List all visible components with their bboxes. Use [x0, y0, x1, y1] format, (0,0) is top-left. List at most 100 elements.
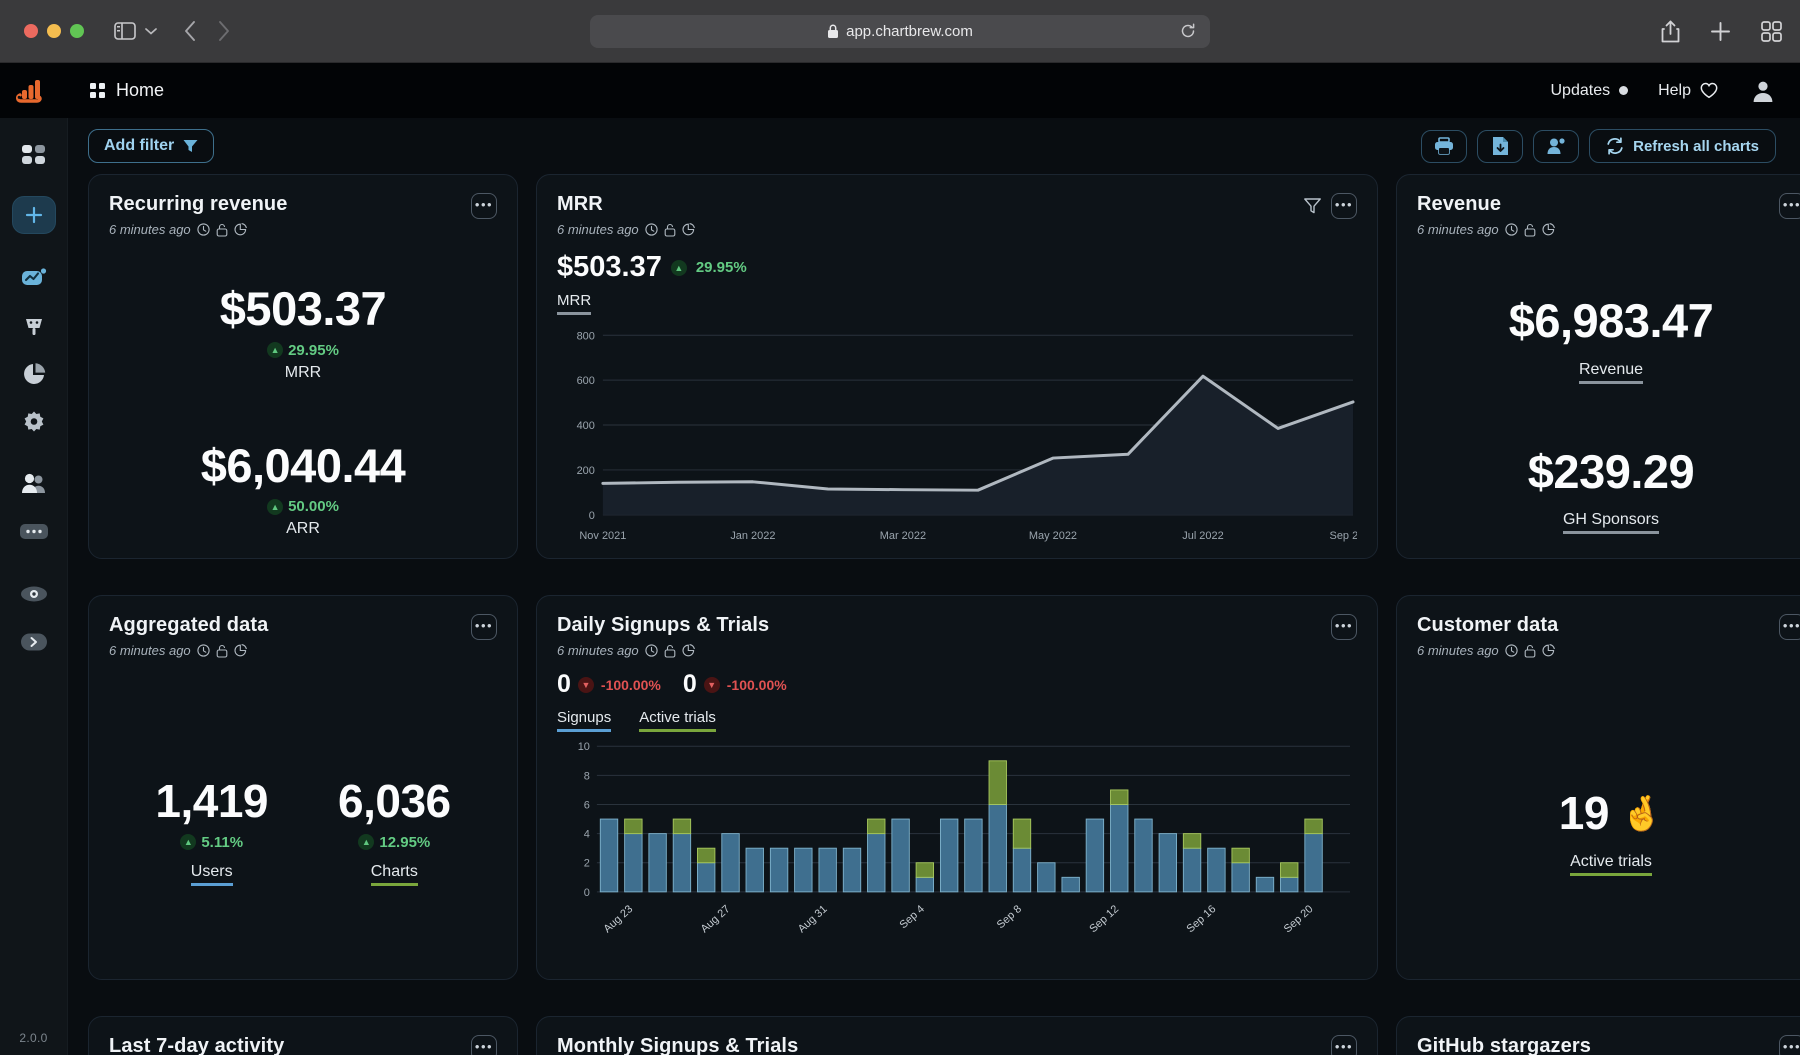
bar-signups [964, 818, 983, 893]
maximize-window-button[interactable] [70, 24, 84, 38]
card-options-button[interactable]: ••• [1779, 614, 1800, 640]
card-options-button[interactable]: ••• [1779, 1035, 1800, 1055]
share-members-button[interactable] [1533, 129, 1580, 163]
unlock-icon[interactable] [1524, 223, 1536, 237]
reload-icon[interactable] [1180, 23, 1196, 39]
back-arrow-icon[interactable] [184, 20, 197, 42]
print-button[interactable] [1421, 129, 1468, 163]
kpi-label[interactable]: Charts [370, 863, 418, 886]
charts-icon[interactable] [12, 256, 56, 300]
kpi-label[interactable]: Active trials [1570, 853, 1652, 876]
bar-active-trials [672, 818, 692, 835]
card-daily-signups-trials: Daily Signups & Trials 6 minutes ago ••• [536, 595, 1378, 980]
kpi-label[interactable]: Revenue [1578, 361, 1644, 384]
tab-overview-icon[interactable] [1761, 20, 1782, 42]
more-icon[interactable] [12, 510, 56, 554]
address-bar[interactable]: app.chartbrew.com [590, 14, 1210, 48]
funnel-icon [183, 139, 198, 153]
unlock-icon[interactable] [216, 644, 228, 658]
pie-chart-icon[interactable] [1542, 644, 1555, 657]
team-icon[interactable] [12, 462, 56, 506]
refresh-all-charts-button[interactable]: Refresh all charts [1589, 129, 1776, 163]
card-github-stargazers: GitHub stargazers 25 minutes ago ••• [1396, 1016, 1800, 1055]
card-options-button[interactable]: ••• [471, 614, 497, 640]
bar-signups [1134, 818, 1153, 893]
unlock-icon[interactable] [664, 644, 676, 658]
kpi-value: 19 [1558, 787, 1610, 839]
kpi-revenue: $6,983.47 Revenue [1509, 294, 1714, 384]
card-title: Customer data [1417, 614, 1559, 636]
unlock-icon[interactable] [216, 223, 228, 237]
chartbrew-logo-icon[interactable] [14, 74, 48, 108]
card-revenue: Revenue 6 minutes ago ••• $6,983.47 Reve… [1396, 174, 1800, 559]
card-options-button[interactable]: ••• [1331, 193, 1357, 219]
forward-arrow-icon[interactable] [217, 20, 230, 42]
clock-icon[interactable] [1505, 223, 1518, 236]
bar-signups [1255, 876, 1275, 893]
preview-icon[interactable] [12, 572, 56, 616]
clock-icon[interactable] [1505, 644, 1518, 657]
sidebar-toggle-icon[interactable] [110, 19, 140, 43]
kpi-label[interactable]: Users [190, 863, 233, 886]
series-toggle-mrr[interactable]: MRR [557, 292, 592, 315]
card-options-button[interactable]: ••• [1331, 614, 1357, 640]
clock-icon[interactable] [645, 223, 658, 236]
clock-icon[interactable] [197, 223, 210, 236]
pie-chart-icon[interactable] [682, 644, 695, 657]
chevron-down-icon[interactable] [140, 19, 162, 43]
card-options-button[interactable]: ••• [471, 1035, 497, 1055]
card-filter-button[interactable] [1304, 198, 1321, 214]
kpi-label[interactable]: GH Sponsors [1562, 511, 1660, 535]
clock-icon[interactable] [645, 644, 658, 657]
dashboard-grid-icon[interactable] [12, 134, 56, 178]
unlock-icon[interactable] [664, 223, 676, 237]
series-toggle-active-trials[interactable]: Active trials [639, 709, 716, 732]
card-options-button[interactable]: ••• [1331, 1035, 1357, 1055]
updates-button[interactable]: Updates [1551, 82, 1629, 100]
clock-icon[interactable] [197, 644, 210, 657]
pie-chart-icon[interactable] [1542, 223, 1555, 236]
bar-active-trials [1182, 833, 1202, 849]
bar-active-trials [915, 862, 935, 878]
pie-chart-icon[interactable] [682, 223, 695, 236]
card-timestamp: 6 minutes ago [109, 643, 191, 658]
card-options-button[interactable]: ••• [471, 193, 497, 219]
card-mrr: MRR 6 minutes ago ••• $503.37 ▲ 29.95% M… [536, 174, 1378, 559]
share-members-icon [1547, 137, 1566, 155]
kpi-active-trials-count: 19 🤞 Active trials [1558, 787, 1663, 876]
pie-chart-icon[interactable] [234, 223, 247, 236]
bar-active-trials [867, 818, 886, 835]
svg-text:Jul 2022: Jul 2022 [1182, 530, 1223, 542]
download-button[interactable] [1477, 129, 1524, 163]
datasets-icon[interactable] [12, 352, 56, 396]
card-options-button[interactable]: ••• [1779, 193, 1800, 219]
unlock-icon[interactable] [1524, 644, 1536, 658]
home-label: Home [116, 80, 165, 100]
add-icon[interactable] [11, 196, 56, 234]
address-bar-container[interactable]: app.chartbrew.com [590, 14, 1210, 48]
card-timestamp: 6 minutes ago [1417, 643, 1499, 658]
svg-text:600: 600 [577, 375, 595, 387]
bar-active-trials [1304, 818, 1323, 835]
share-icon[interactable] [1661, 20, 1680, 43]
window-traffic-lights[interactable] [18, 24, 84, 38]
settings-icon[interactable] [12, 400, 56, 444]
minimize-window-button[interactable] [47, 24, 61, 38]
expand-icon[interactable] [12, 620, 56, 664]
home-breadcrumb[interactable]: Home [90, 80, 164, 101]
pie-chart-icon[interactable] [234, 644, 247, 657]
kpi-delta: 29.95% [695, 259, 747, 276]
url-text: app.chartbrew.com [846, 22, 973, 40]
print-icon [1434, 137, 1454, 155]
close-window-button[interactable] [24, 24, 38, 38]
new-tab-icon[interactable] [1710, 21, 1731, 42]
help-label: Help [1658, 81, 1691, 99]
help-button[interactable]: Help [1658, 82, 1718, 100]
series-toggle-signups[interactable]: Signups [557, 709, 612, 732]
user-avatar-icon[interactable] [1748, 76, 1778, 106]
trend-up-icon: ▲ [180, 834, 197, 851]
kpi-delta: 29.95% [288, 341, 339, 359]
card-title: MRR [557, 193, 603, 215]
add-filter-button[interactable]: Add filter [88, 129, 215, 163]
connections-icon[interactable] [12, 304, 56, 348]
